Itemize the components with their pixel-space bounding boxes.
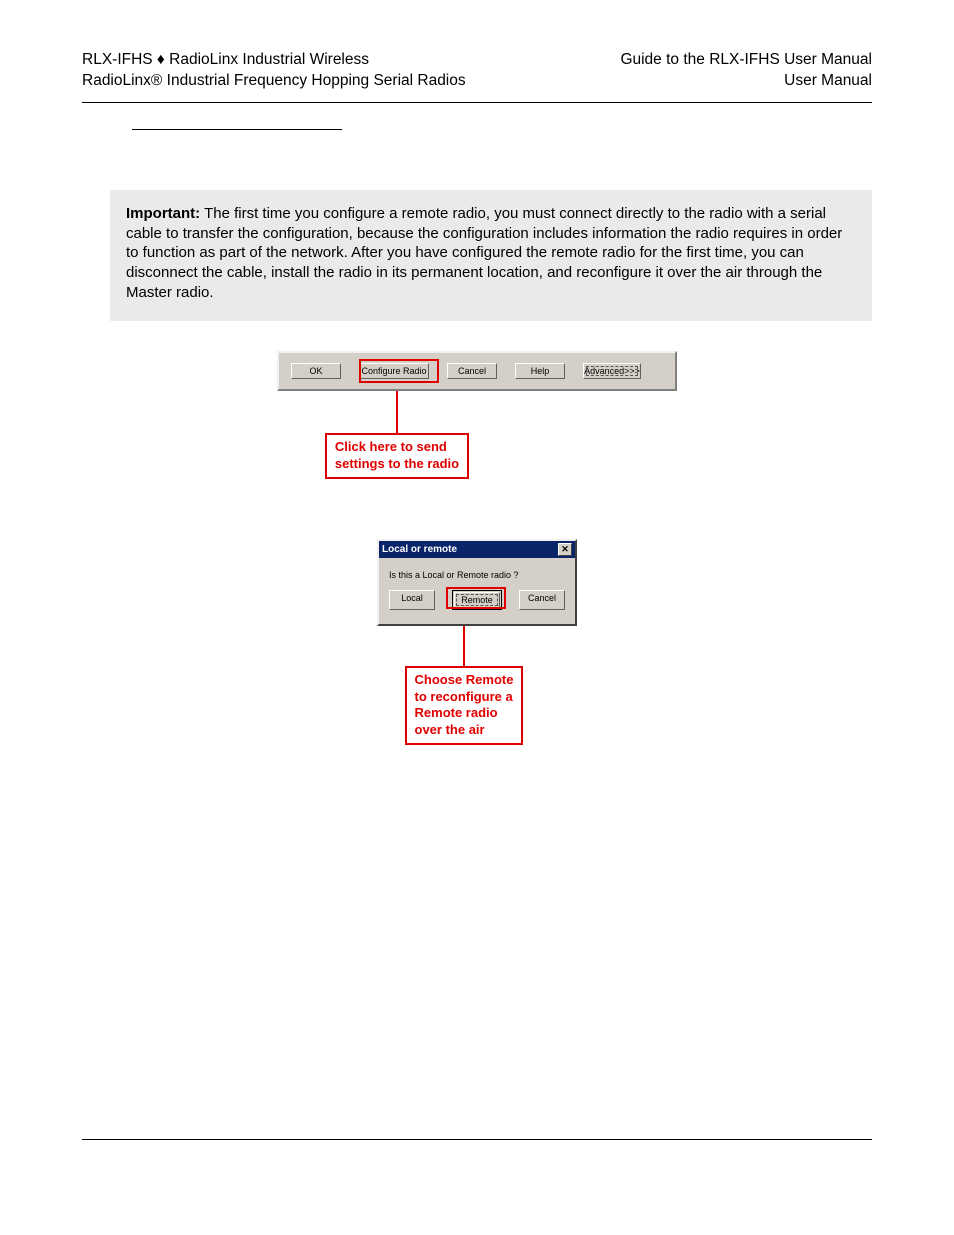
- header-left-line1: RLX-IFHS ♦ RadioLinx Industrial Wireless: [82, 50, 466, 71]
- header-right-line1: Guide to the RLX-IFHS User Manual: [620, 50, 872, 71]
- close-icon[interactable]: ✕: [558, 543, 572, 556]
- footer-divider: [82, 1139, 872, 1140]
- callout2-line3: Remote radio: [415, 705, 514, 722]
- dialog-button-row: Local Remote Cancel: [389, 590, 565, 610]
- page-header: RLX-IFHS ♦ RadioLinx Industrial Wireless…: [82, 50, 872, 92]
- important-label: Important:: [126, 205, 200, 222]
- callout-send-settings: Click here to send settings to the radio: [325, 433, 469, 479]
- callout2-line1: Choose Remote: [415, 672, 514, 689]
- callout1-line1: Click here to send: [335, 439, 459, 456]
- dialog-titlebar: Local or remote ✕: [379, 541, 575, 558]
- dialog-body: Is this a Local or Remote radio ? Local …: [379, 558, 575, 624]
- header-right-line2: User Manual: [620, 71, 872, 92]
- help-button[interactable]: Help: [515, 363, 565, 379]
- figure-toolbar: OK Configure Radio Cancel Help Advanced>…: [82, 351, 872, 479]
- dialog-question: Is this a Local or Remote radio ?: [389, 570, 565, 580]
- callout1-line2: settings to the radio: [335, 456, 459, 473]
- callout2-line4: over the air: [415, 722, 514, 739]
- section-underline: [132, 129, 342, 130]
- header-left: RLX-IFHS ♦ RadioLinx Industrial Wireless…: [82, 50, 466, 92]
- remote-button[interactable]: Remote: [454, 592, 500, 608]
- cancel-button[interactable]: Cancel: [447, 363, 497, 379]
- important-text: The first time you configure a remote ra…: [126, 205, 842, 301]
- dialog-title: Local or remote: [382, 544, 457, 555]
- local-button[interactable]: Local: [389, 590, 435, 610]
- ok-button[interactable]: OK: [291, 363, 341, 379]
- header-left-line2: RadioLinx® Industrial Frequency Hopping …: [82, 71, 466, 92]
- local-or-remote-dialog: Local or remote ✕ Is this a Local or Rem…: [377, 539, 577, 626]
- important-note-box: Important: The first time you configure …: [110, 190, 872, 321]
- callout-choose-remote: Choose Remote to reconfigure a Remote ra…: [405, 666, 524, 746]
- callout-connector: [396, 391, 398, 433]
- advanced-button[interactable]: Advanced>>>: [583, 363, 641, 379]
- callout2-line2: to reconfigure a: [415, 689, 514, 706]
- header-divider: [82, 102, 872, 103]
- callout-connector-2: [463, 626, 465, 666]
- header-right: Guide to the RLX-IFHS User Manual User M…: [620, 50, 872, 92]
- configure-radio-button[interactable]: Configure Radio: [359, 363, 429, 379]
- config-toolbar: OK Configure Radio Cancel Help Advanced>…: [277, 351, 677, 391]
- dialog-cancel-button[interactable]: Cancel: [519, 590, 565, 610]
- figure-dialog: Local or remote ✕ Is this a Local or Rem…: [82, 539, 872, 746]
- remote-button-default-frame: Remote: [452, 590, 502, 610]
